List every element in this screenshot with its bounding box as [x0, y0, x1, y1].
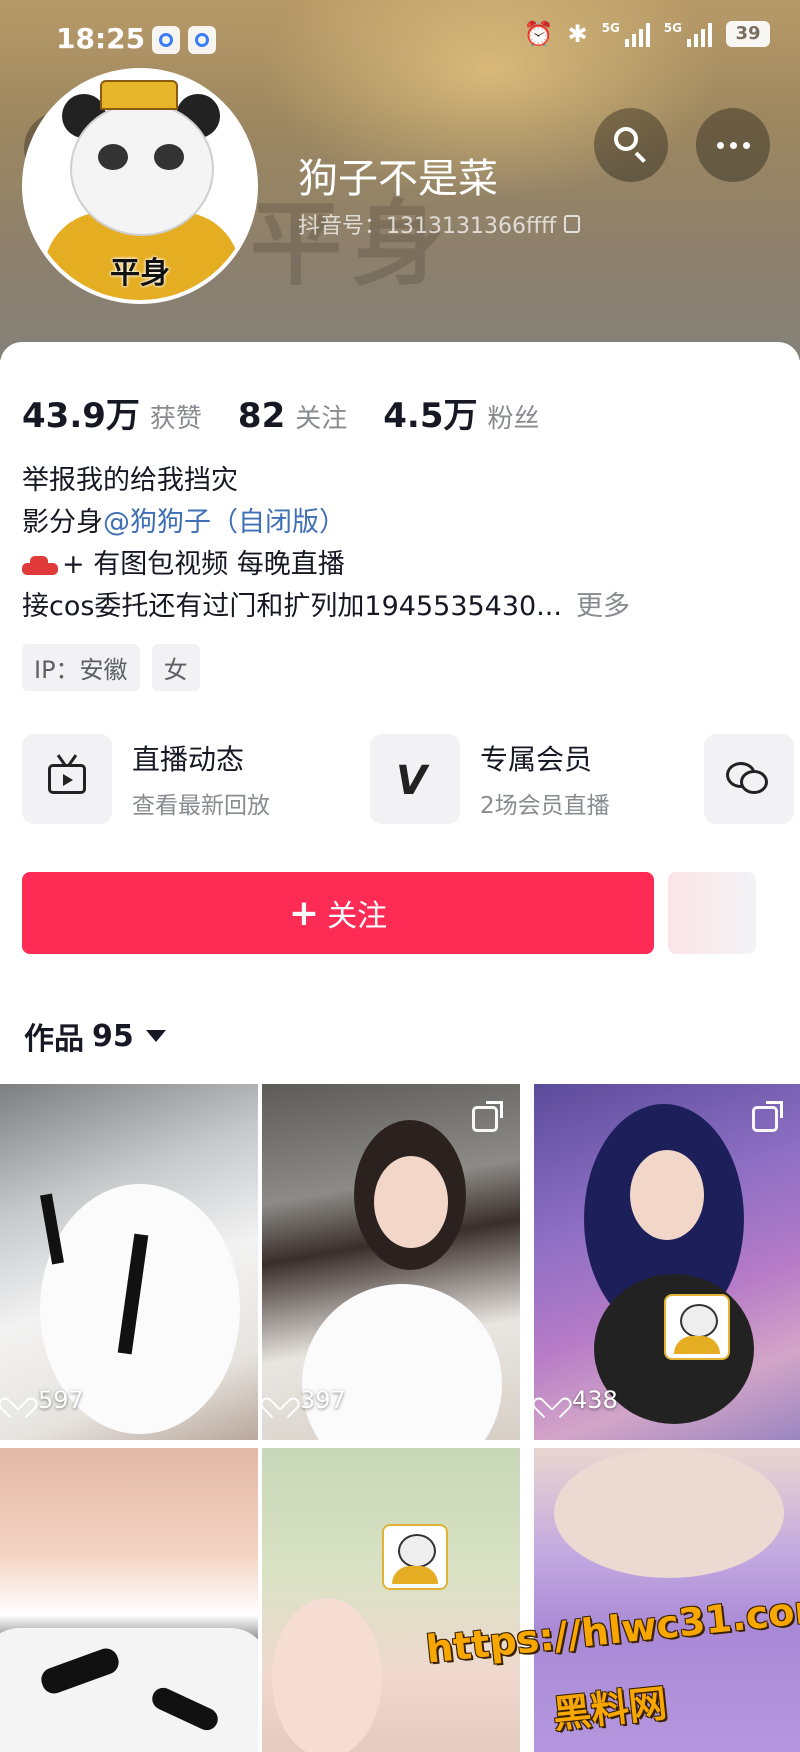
stat-followers[interactable]: 4.5万 粉丝 — [383, 388, 539, 437]
battery-icon: 39 — [726, 21, 770, 47]
stat-likes[interactable]: 43.9万 获赞 — [22, 388, 202, 437]
copy-icon[interactable] — [564, 215, 581, 233]
status-time: 18:25 — [56, 22, 146, 55]
video-thumbnail[interactable] — [0, 1448, 258, 1752]
membership-entry[interactable]: V 专属会员 2场会员直播 — [370, 734, 610, 824]
caret-down-icon — [145, 1030, 166, 1042]
alarm-icon: ⏰ — [523, 20, 554, 48]
profile-banner: 平身 18:25 ⏰ ✱ 5G 5G 39 平身 狗子不是菜 抖音号：13131… — [0, 0, 800, 360]
feature-subtitle: 2场会员直播 — [480, 793, 610, 819]
plus-icon: + — [288, 892, 320, 934]
username: 狗子不是菜 — [298, 156, 498, 202]
avatar[interactable]: 平身 — [22, 68, 258, 304]
like-count: 438 — [542, 1386, 618, 1414]
profile-tags: IP：安徽 女 — [22, 644, 200, 691]
feature-title: 专属会员 — [480, 743, 593, 776]
feature-subtitle: 查看最新回放 — [132, 793, 270, 819]
works-tab[interactable]: 作品 95 — [24, 1014, 166, 1058]
follow-label: 关注 — [327, 899, 388, 934]
signal-icon-2: 5G — [664, 21, 712, 47]
bio-line: 接cos委托还有过门和扩列加1945535430... 更多 — [22, 591, 630, 622]
douyin-id-text: 抖音号：1313131366ffff — [298, 214, 557, 239]
heart-icon — [8, 1389, 32, 1411]
heart-icon — [542, 1389, 566, 1411]
gender-tag: 女 — [151, 644, 200, 691]
dot-icon — [742, 141, 750, 149]
stats-row: 43.9万 获赞 82 关注 4.5万 粉丝 — [22, 388, 576, 437]
stat-label: 粉丝 — [487, 404, 540, 434]
vip-icon: V — [370, 734, 460, 824]
cloud-app-icon — [152, 26, 180, 54]
search-button[interactable] — [594, 108, 668, 182]
notification-app-icon — [188, 26, 216, 54]
avatar-caption: 平身 — [110, 256, 170, 291]
more-options-button[interactable] — [696, 108, 770, 182]
like-count: 597 — [8, 1386, 84, 1414]
works-label: 作品 — [24, 1022, 84, 1057]
like-count: 397 — [270, 1386, 346, 1414]
follow-button[interactable]: + 关注 — [22, 872, 654, 954]
bio: 举报我的给我挡灾 影分身@狗狗子（自闭版） + 有图包视频 每晚直播 接cos委… — [22, 460, 630, 628]
sticker-avatar — [664, 1294, 730, 1360]
stat-label: 获赞 — [149, 404, 202, 434]
bio-more-link[interactable]: 更多 — [576, 591, 630, 622]
ip-location-tag: IP：安徽 — [22, 644, 140, 691]
chat-icon — [704, 734, 794, 824]
video-thumbnail[interactable]: 438 — [534, 1084, 800, 1440]
dot-icon — [729, 141, 737, 149]
status-indicators: ⏰ ✱ 5G 5G 39 — [524, 20, 770, 48]
tv-icon — [22, 734, 112, 824]
stat-following[interactable]: 82 关注 — [238, 396, 347, 436]
signal-icon: 5G — [602, 21, 650, 47]
works-count: 95 — [92, 1018, 134, 1054]
stat-value: 82 — [237, 396, 286, 436]
bio-line: 举报我的给我挡灾 — [22, 465, 238, 496]
heart-icon — [270, 1389, 294, 1411]
feature-title: 直播动态 — [132, 743, 245, 776]
bio-line: + 有图包视频 每晚直播 — [22, 544, 630, 586]
video-thumbnail[interactable]: 597 — [0, 1084, 258, 1440]
sticker-avatar — [382, 1524, 448, 1590]
video-thumbnail[interactable]: 397 — [262, 1084, 520, 1440]
bio-line: 影分身@狗狗子（自闭版） — [22, 507, 346, 538]
multi-image-icon — [752, 1101, 783, 1132]
group-chat-entry[interactable] — [704, 734, 794, 824]
recommend-button[interactable] — [668, 872, 756, 954]
bluetooth-icon: ✱ — [567, 20, 588, 48]
car-icon — [22, 555, 58, 577]
mention-link[interactable]: @狗狗子（自闭版） — [103, 507, 346, 538]
multi-image-icon — [472, 1101, 503, 1132]
live-updates-entry[interactable]: 直播动态 查看最新回放 — [22, 734, 270, 824]
stat-value: 43.9万 — [22, 396, 140, 436]
stat-label: 关注 — [295, 404, 348, 434]
douyin-id[interactable]: 抖音号：1313131366ffff — [298, 208, 581, 240]
stat-value: 4.5万 — [383, 396, 478, 436]
status-bar: 18:25 ⏰ ✱ 5G 5G 39 — [0, 0, 800, 80]
dot-icon — [716, 141, 724, 149]
video-thumbnail[interactable] — [262, 1448, 520, 1752]
feature-row: 直播动态 查看最新回放 V 专属会员 2场会员直播 — [0, 734, 800, 830]
